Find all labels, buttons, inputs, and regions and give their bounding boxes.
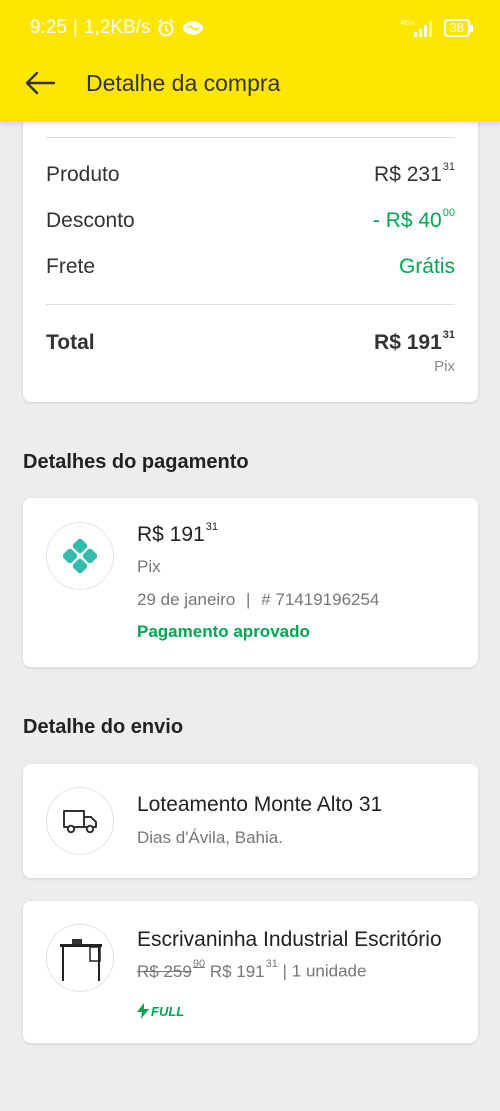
- shipping-card[interactable]: Loteamento Monte Alto 31 Dias d'Ávila, B…: [23, 764, 478, 878]
- item-quantity: | 1 unidade: [282, 961, 367, 981]
- divider: [46, 137, 455, 138]
- product-row: Produto R$ 23131: [46, 161, 455, 187]
- payment-card[interactable]: R$ 19131 Pix 29 de janeiro | # 714191962…: [23, 498, 478, 667]
- price-summary-card: Produto R$ 23131 Desconto - R$ 4000 Fret…: [23, 100, 478, 402]
- status-speed: 1,2KB/s: [83, 17, 151, 38]
- battery-icon: 38: [443, 19, 474, 37]
- mercado-app-icon: [182, 20, 204, 36]
- shipping-city: Dias d'Ávila, Bahia.: [137, 828, 283, 847]
- item-title: Escrivaninha Industrial Escritório: [137, 928, 442, 951]
- payment-transaction-id: # 71419196254: [261, 590, 380, 609]
- item-card[interactable]: Escrivaninha Industrial Escritório R$ 25…: [23, 901, 478, 1043]
- product-thumbnail: [46, 924, 114, 992]
- network-type: 4G+: [400, 19, 416, 27]
- app-bar: Detalhe da compra: [0, 44, 500, 122]
- truck-icon: [46, 787, 114, 855]
- signal-icon: 4G+: [400, 18, 436, 38]
- product-value: R$ 23131: [374, 161, 455, 186]
- status-time: 9:25: [30, 17, 67, 38]
- discount-row: Desconto - R$ 4000: [46, 207, 455, 233]
- lightning-icon: [137, 1003, 149, 1019]
- payment-section-title: Detalhes do pagamento: [23, 451, 249, 473]
- payment-amount: R$ 19131: [137, 521, 218, 546]
- item-current-price: R$ 19131: [209, 958, 278, 981]
- pix-icon: [46, 522, 114, 590]
- item-old-price: R$ 25990: [137, 958, 206, 981]
- arrow-left-icon: [25, 71, 56, 95]
- total-value: R$ 19131: [374, 329, 455, 354]
- back-button[interactable]: [0, 44, 80, 122]
- payment-status: Pagamento aprovado: [137, 622, 310, 641]
- total-payment-method: Pix: [434, 358, 455, 375]
- payment-method: Pix: [137, 557, 161, 576]
- shipping-value: Grátis: [398, 255, 455, 278]
- item-price: R$ 25990 R$ 19131 | 1 unidade: [137, 958, 367, 982]
- total-label: Total: [46, 331, 95, 354]
- full-badge: FULL: [137, 1003, 184, 1019]
- alarm-icon: [156, 18, 176, 38]
- divider: [46, 304, 455, 305]
- payment-date: 29 de janeiro: [137, 590, 236, 609]
- discount-label: Desconto: [46, 209, 135, 232]
- shipping-row: Frete Grátis: [46, 255, 455, 279]
- discount-value: - R$ 4000: [372, 207, 455, 232]
- shipping-label: Frete: [46, 255, 96, 278]
- page-title: Detalhe da compra: [86, 69, 281, 96]
- product-label: Produto: [46, 163, 120, 186]
- shipping-address: Loteamento Monte Alto 31: [137, 793, 383, 816]
- total-row: Total R$ 19131: [46, 329, 455, 355]
- payment-meta: 29 de janeiro | # 71419196254: [137, 590, 380, 609]
- shipping-section-title: Detalhe do envio: [23, 716, 184, 738]
